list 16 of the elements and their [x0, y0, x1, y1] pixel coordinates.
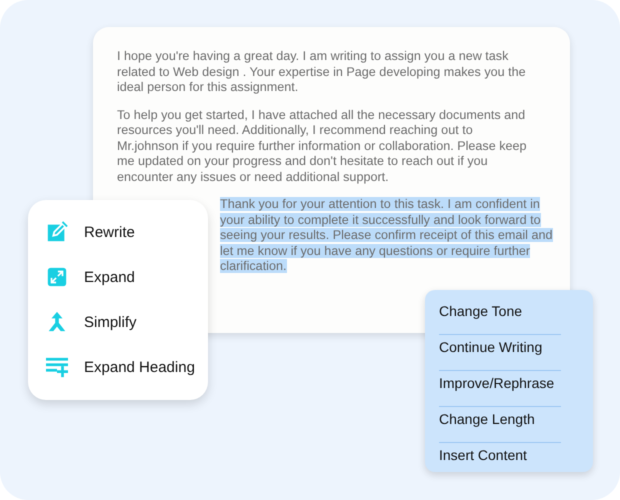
menu-item[interactable]: Change Length: [439, 411, 535, 427]
menu-item[interactable]: Change Tone: [439, 303, 522, 319]
expand-icon: [46, 266, 68, 288]
menu-item[interactable]: Expand: [84, 268, 135, 286]
paragraph: To help you get started, I have attached all the necessary documents and resources you'll need. Additionally, I recommend reaching out to Mr.johnson if you require further information or collaboration. Please keep me updated on your progress and don't hesitate to reach out if you encounter any issues or need additional support.: [117, 108, 527, 185]
menu-item[interactable]: Simplify: [84, 314, 137, 330]
edit-icon: [46, 221, 68, 243]
paragraph: Thank you for your attention to this task. I am confident in your ability to complete it successfully and look forward to seeing your results. Please confirm receipt of this email and let me know if you have any questions or require further clarification.: [220, 197, 554, 274]
menu-item[interactable]: Rewrite: [84, 224, 135, 240]
menu-item[interactable]: Expand Heading: [84, 358, 195, 376]
add-heading-icon: [46, 356, 68, 378]
menu-item[interactable]: Continue Writing: [439, 339, 542, 355]
merge-arrow-icon: [46, 311, 68, 333]
menu-item[interactable]: Insert Content: [439, 447, 527, 463]
menu-item[interactable]: Improve/Rephrase: [439, 375, 554, 391]
paragraph: I hope you're having a great day. I am writing to assign you a new task related to Web design . Your expertise in Page developing makes you the ideal person for this assignment.: [117, 49, 527, 96]
